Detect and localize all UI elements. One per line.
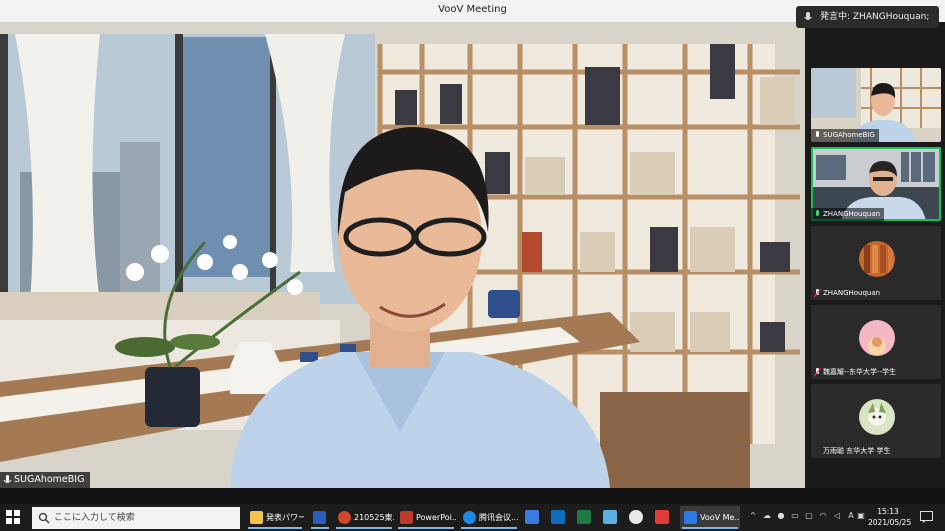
zoom-icon[interactable] — [525, 510, 539, 524]
participant-name-label: 万雨聪 东华大学 学生 — [811, 445, 894, 458]
main-video[interactable]: SUGAhomeBIG — [0, 22, 805, 488]
chevron-up-icon[interactable]: ^ — [748, 511, 758, 521]
powerpoint-icon — [400, 511, 413, 524]
main-video-name: SUGAhomeBIG — [14, 474, 85, 485]
ime-settings-icon[interactable]: ▣ — [856, 511, 866, 521]
microphone-icon — [804, 12, 812, 20]
taskbar-app-label: 210525東... — [354, 513, 394, 522]
participant-name-label: 魏嘉耀--东华大学--学生 — [811, 366, 900, 379]
search-placeholder: ここに入力して検索 — [54, 513, 135, 523]
participant-name: ZHANGHouquan — [823, 210, 881, 218]
excel-icon[interactable] — [577, 510, 591, 524]
taskbar-app-powerpoint[interactable]: PowerPoi... — [396, 506, 456, 529]
microphone-muted-icon — [814, 368, 821, 377]
taskbar-search-box[interactable]: ここに入力して検索 — [32, 507, 240, 529]
word-icon — [313, 511, 326, 524]
app-icon[interactable] — [655, 510, 669, 524]
participant-tile-active-speaker[interactable]: ZHANGHouquan — [811, 147, 941, 221]
taskbar-app-label: VooV Me... — [700, 513, 740, 522]
search-icon — [38, 512, 50, 524]
participant-tile[interactable]: ZHANGHouquan — [811, 226, 941, 300]
microphone-icon[interactable]: ● — [776, 511, 786, 521]
taskbar-app-label: PowerPoi... — [416, 513, 456, 522]
taskbar-app-voov-meeting[interactable]: VooV Me... — [680, 506, 740, 529]
participant-tile[interactable]: 万雨聪 东华大学 学生 — [811, 384, 941, 458]
microphone-muted-icon — [814, 289, 821, 298]
windows-start-icon[interactable] — [6, 510, 20, 524]
participant-avatar — [859, 241, 895, 277]
speaking-label: 発言中: ZHANGHouquan; — [820, 12, 930, 22]
microphone-icon — [816, 210, 819, 216]
notification-icon[interactable] — [920, 511, 933, 523]
taskbar-clock[interactable]: 15:13 2021/05/25 — [868, 506, 912, 528]
participant-avatar — [859, 320, 895, 356]
main-video-name-label: SUGAhomeBIG — [0, 472, 91, 488]
cloud-icon[interactable]: ☁ — [762, 511, 772, 521]
participant-name-label: SUGAhomeBIG — [811, 129, 879, 142]
outlook-icon[interactable] — [551, 510, 565, 524]
microphone-icon — [816, 131, 819, 137]
ime-indicator[interactable]: A — [846, 511, 856, 521]
main-video-feed — [0, 22, 805, 488]
participant-avatar — [859, 399, 895, 435]
participant-name: SUGAhomeBIG — [823, 131, 875, 139]
participant-name: 万雨聪 东华大学 学生 — [823, 447, 891, 455]
taskbar-app-label: 腾讯会议... — [479, 513, 519, 522]
clock-time: 15:13 — [877, 507, 899, 516]
edge-icon — [463, 511, 476, 524]
wifi-icon[interactable]: ◠ — [818, 511, 828, 521]
speaking-indicator: 発言中: ZHANGHouquan; — [796, 6, 939, 28]
taskbar-app-label: 発表パワー... — [266, 513, 304, 522]
voov-icon — [684, 511, 697, 524]
video-bottom-strip — [0, 488, 945, 504]
volume-icon[interactable]: ◁ — [832, 511, 842, 521]
folder-icon — [250, 511, 263, 524]
participant-name: ZHANGHouquan — [823, 289, 881, 297]
taskbar-app-folder[interactable]: 発表パワー... — [246, 506, 304, 529]
participant-tile[interactable]: SUGAhomeBIG — [811, 68, 941, 142]
pen-icon[interactable] — [603, 510, 617, 524]
battery-icon[interactable]: ▭ — [790, 511, 800, 521]
windows-taskbar: ここに入力して検索 発表パワー... 210525東... PowerPoi..… — [0, 504, 945, 531]
participant-tile[interactable]: 魏嘉耀--东华大学--学生 — [811, 305, 941, 379]
participant-sidebar[interactable]: SUGAhomeBIG ZHANGHouquan ZHANGHouquan 魏嘉… — [805, 22, 945, 488]
clock-date: 2021/05/25 — [868, 518, 912, 527]
microphone-icon — [3, 475, 12, 483]
taskbar-app-word[interactable] — [309, 506, 331, 529]
participant-name-label: ZHANGHouquan — [811, 287, 884, 300]
voov-meeting-window: VooV Meeting 発言中: ZHANGHouquan; SUGAhome… — [0, 0, 945, 531]
participant-name-label: ZHANGHouquan — [811, 208, 885, 221]
taskbar-app-powerpoint-doc[interactable]: 210525東... — [334, 506, 394, 529]
taskbar-app-tencent-meeting[interactable]: 腾讯会议... — [459, 506, 519, 529]
display-icon[interactable]: ▢ — [804, 511, 814, 521]
slack-icon[interactable] — [629, 510, 643, 524]
participant-name: 魏嘉耀--东华大学--学生 — [823, 368, 897, 376]
powerpoint-icon — [338, 511, 351, 524]
